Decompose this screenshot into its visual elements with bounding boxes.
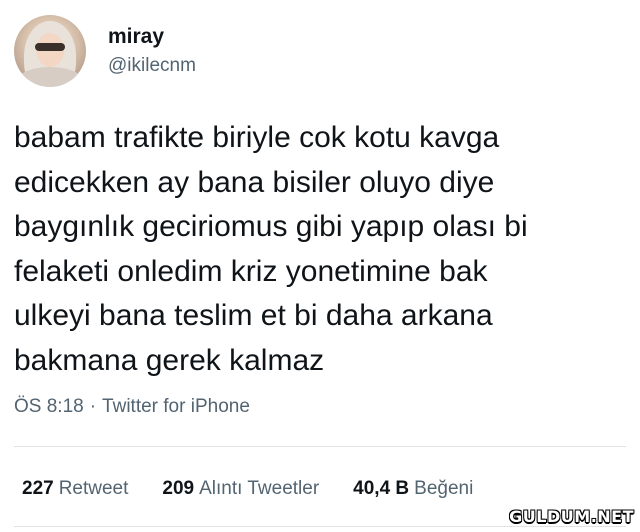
quotes-label: Alıntı Tweetler — [199, 478, 320, 499]
author-display-name[interactable]: miray — [108, 25, 196, 49]
tweet-line: baygınlık geciriomus gibi yapıp olası bi — [14, 210, 528, 243]
tweet-meta: ÖS 8:18 · Twitter for iPhone — [14, 396, 250, 418]
quotes-stat[interactable]: 209 Alıntı Tweetler — [162, 478, 319, 500]
tweet-line: edicekken ay bana bisiler oluyo diye — [14, 165, 495, 199]
tweet-time[interactable]: ÖS 8:18 — [14, 396, 84, 418]
tweet-line: ulkeyi bana teslim et bi daha arkana — [14, 299, 493, 332]
divider-bottom — [14, 526, 626, 527]
tweet-line: bakmana gerek kalmaz — [14, 343, 325, 377]
avatar-glasses — [35, 43, 65, 51]
quotes-count: 209 — [162, 478, 195, 499]
retweets-count: 227 — [22, 478, 54, 499]
retweets-label: Retweet — [58, 478, 129, 499]
tweet-text: babam trafikte biriyle cok kotu kavga ed… — [14, 116, 614, 383]
author-names: miray @ikilecnm — [108, 25, 196, 77]
site-watermark: GULDUM.NET — [509, 507, 634, 526]
tweet-line: felaketi onledim kriz yonetimine bak — [14, 254, 488, 288]
retweets-stat[interactable]: 227 Retweet — [22, 478, 128, 500]
author-handle[interactable]: @ikilecnm — [108, 55, 196, 77]
divider-top — [14, 446, 626, 447]
meta-separator: · — [89, 396, 97, 417]
likes-stat[interactable]: 40,4 B Beğeni — [353, 478, 473, 500]
tweet-header: miray @ikilecnm — [14, 14, 196, 88]
likes-label: Beğeni — [414, 478, 474, 499]
likes-count: 40,4 B — [353, 478, 410, 499]
tweet-stats: 227 Retweet 209 Alıntı Tweetler 40,4 B B… — [22, 478, 473, 500]
avatar[interactable] — [14, 15, 86, 87]
tweet-source[interactable]: Twitter for iPhone — [102, 396, 250, 418]
tweet-line: babam trafikte biriyle cok kotu kavga — [14, 121, 500, 154]
